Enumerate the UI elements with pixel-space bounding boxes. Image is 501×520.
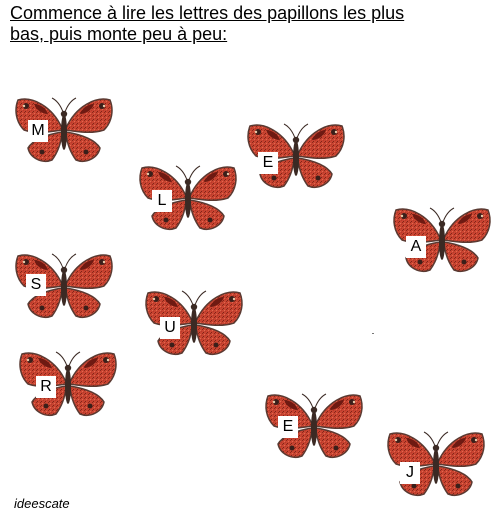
butterfly-e-bottom: E [262, 388, 366, 462]
butterfly-l: L [136, 160, 240, 234]
butterfly-icon [16, 346, 120, 420]
butterfly-u: U [142, 285, 246, 359]
butterfly-r: R [16, 346, 120, 420]
butterfly-letter: E [278, 416, 298, 438]
butterfly-letter: R [36, 376, 56, 398]
butterfly-letter: J [400, 462, 420, 484]
stray-dot [372, 333, 374, 334]
butterfly-letter: L [152, 190, 172, 212]
butterfly-letter: M [28, 120, 48, 142]
butterfly-e-top: E [244, 118, 348, 192]
butterfly-letter: S [26, 274, 46, 296]
instruction-line-2: bas, puis monte peu à peu: [10, 24, 228, 44]
butterfly-j: J [384, 426, 488, 500]
butterfly-s: S [12, 248, 116, 322]
butterfly-letter: A [406, 236, 426, 258]
butterfly-icon [142, 285, 246, 359]
butterfly-m: M [12, 92, 116, 166]
butterfly-letter: U [160, 317, 180, 339]
credit-text: ideescate [14, 496, 70, 511]
butterfly-letter: E [258, 152, 278, 174]
instruction-line-1: Commence à lire les lettres des papillon… [10, 3, 405, 23]
instruction-text: Commence à lire les lettres des papillon… [10, 3, 490, 45]
butterfly-a: A [390, 202, 494, 276]
